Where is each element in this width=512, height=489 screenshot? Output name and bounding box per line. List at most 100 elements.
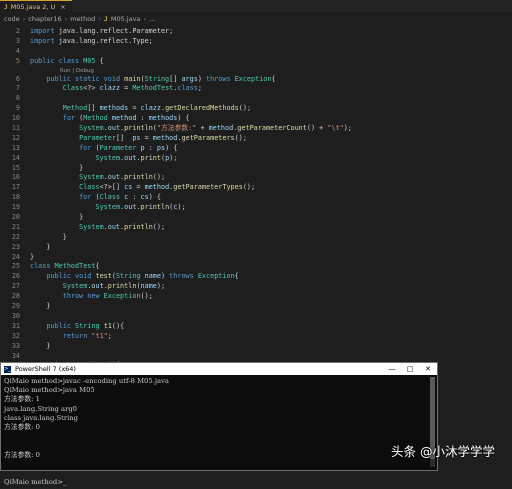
code-token: ();	[152, 222, 166, 231]
breadcrumb: code › chapter16 › method › J M05.java ›…	[4, 14, 155, 24]
code-text: System.out.println(name);	[30, 282, 165, 292]
code-token: System	[79, 222, 104, 231]
code-line: 3 import java.lang.reflect.Type;	[0, 37, 512, 47]
code-token: Exception	[234, 74, 272, 83]
maximize-button[interactable]: □	[401, 365, 419, 373]
code-line: 6 public static void main(String[] args)…	[0, 75, 512, 85]
close-icon[interactable]: ×	[60, 2, 65, 13]
code-token: throws	[206, 74, 235, 83]
code-line: 4	[0, 47, 512, 57]
code-token: =	[132, 183, 145, 192]
code-token: cs	[140, 193, 149, 202]
code-token: {	[95, 262, 100, 271]
line-number: 14	[11, 153, 20, 162]
code-token: public	[46, 321, 76, 330]
code-line: 17 Class<?>[] cs = method.getParameterTy…	[0, 183, 512, 193]
code-text: System.out.println();	[30, 173, 165, 183]
code-token: java.lang.reflect.Type;	[58, 36, 153, 45]
code-token: ();	[234, 133, 247, 142]
line-number: 31	[11, 321, 20, 330]
breadcrumb-item-code[interactable]: code	[4, 14, 20, 24]
terminal-line: QiMaio method>_	[4, 478, 67, 487]
line-number: 16	[11, 173, 20, 182]
code-token: Exception	[197, 272, 235, 281]
code-token: method	[152, 133, 178, 142]
line-number: 2	[15, 27, 20, 35]
code-line: 11 System.out.println("方法参数:" + method.g…	[0, 124, 512, 134]
chevron-right-icon: ›	[98, 15, 101, 23]
code-editor[interactable]: 2 import java.lang.reflect.Parameter; 3 imp…	[0, 27, 512, 363]
code-line: 14 System.out.print(p);	[0, 154, 512, 164]
chevron-right-icon: ›	[22, 15, 26, 23]
code-token: }	[30, 252, 35, 261]
code-token: System	[79, 124, 104, 133]
code-line: 5 public class M05 {	[0, 57, 512, 67]
breadcrumb-item-more[interactable]: ...	[149, 14, 155, 24]
breadcrumb-item-method[interactable]: method	[70, 14, 95, 24]
code-text: public class M05 {	[30, 57, 104, 67]
code-token: );	[343, 124, 352, 133]
line-number: 15	[11, 163, 20, 172]
code-token: import	[30, 27, 59, 35]
code-token: ) {	[148, 193, 161, 202]
codelens-run-debug[interactable]: Run | Debug	[0, 67, 512, 75]
code-token: );	[177, 203, 186, 212]
code-token: +	[196, 124, 209, 133]
code-token: () +	[306, 124, 328, 133]
close-button[interactable]: ✕	[419, 365, 437, 373]
code-token: "\t"	[327, 124, 344, 133]
minimize-button[interactable]: —	[383, 365, 401, 373]
code-token: }	[30, 232, 67, 241]
code-token: ;	[197, 84, 202, 93]
code-text: System.out.println("方法参数:" + method.getP…	[30, 124, 352, 134]
code-line: 22 }	[0, 233, 512, 243]
line-number: 28	[11, 292, 20, 301]
line-number: 4	[15, 46, 20, 55]
code-token: methods	[99, 104, 129, 113]
breadcrumb-item-chapter16[interactable]: chapter16	[28, 14, 61, 24]
code-token: String	[144, 74, 170, 83]
code-token: public static void	[46, 74, 125, 83]
code-token: {	[95, 56, 104, 65]
code-token: =	[120, 84, 133, 93]
line-number: 18	[11, 193, 20, 202]
code-token: throw new	[62, 292, 104, 301]
code-token: ();	[140, 292, 153, 301]
terminal-output[interactable]: QiMaio method>javac -encoding utf-8 M05.…	[1, 375, 437, 489]
line-number: 10	[11, 114, 20, 123]
powershell-window[interactable]: >_ PowerShell 7 (x64) — □ ✕ QiMaio metho…	[0, 362, 438, 486]
code-token: "方法参数:"	[156, 124, 197, 133]
code-text: }	[30, 302, 50, 312]
breadcrumb-item-file[interactable]: M05.java	[111, 14, 141, 24]
code-token: out	[107, 222, 121, 231]
code-token: clazz	[140, 104, 161, 113]
line-number: 29	[11, 302, 20, 311]
code-text: }	[30, 243, 50, 253]
code-token: System	[62, 282, 88, 291]
code-token: )	[197, 74, 206, 83]
code-token: Parameter	[79, 133, 116, 142]
line-number: 30	[11, 311, 20, 320]
code-token: getParameters	[181, 133, 235, 142]
code-token: }	[30, 341, 51, 350]
powershell-title-bar[interactable]: >_ PowerShell 7 (x64) — □ ✕	[1, 363, 437, 375]
code-text: }	[30, 342, 50, 352]
code-line: 10 for (Method method : methods) {	[0, 114, 512, 124]
code-line: 24}	[0, 253, 512, 263]
code-line: 9 Method[] methods = clazz.getDeclaredMe…	[0, 104, 512, 114]
terminal-line: 方法参数: 0	[4, 450, 40, 459]
code-token: String	[115, 272, 145, 281]
powershell-title: PowerShell 7 (x64)	[15, 365, 76, 373]
tab-m05-java[interactable]: J M05.java 2, U ×	[0, 0, 72, 13]
code-token: Method	[83, 114, 112, 123]
line-number: 27	[11, 282, 20, 291]
code-line: 23 }	[0, 243, 512, 253]
